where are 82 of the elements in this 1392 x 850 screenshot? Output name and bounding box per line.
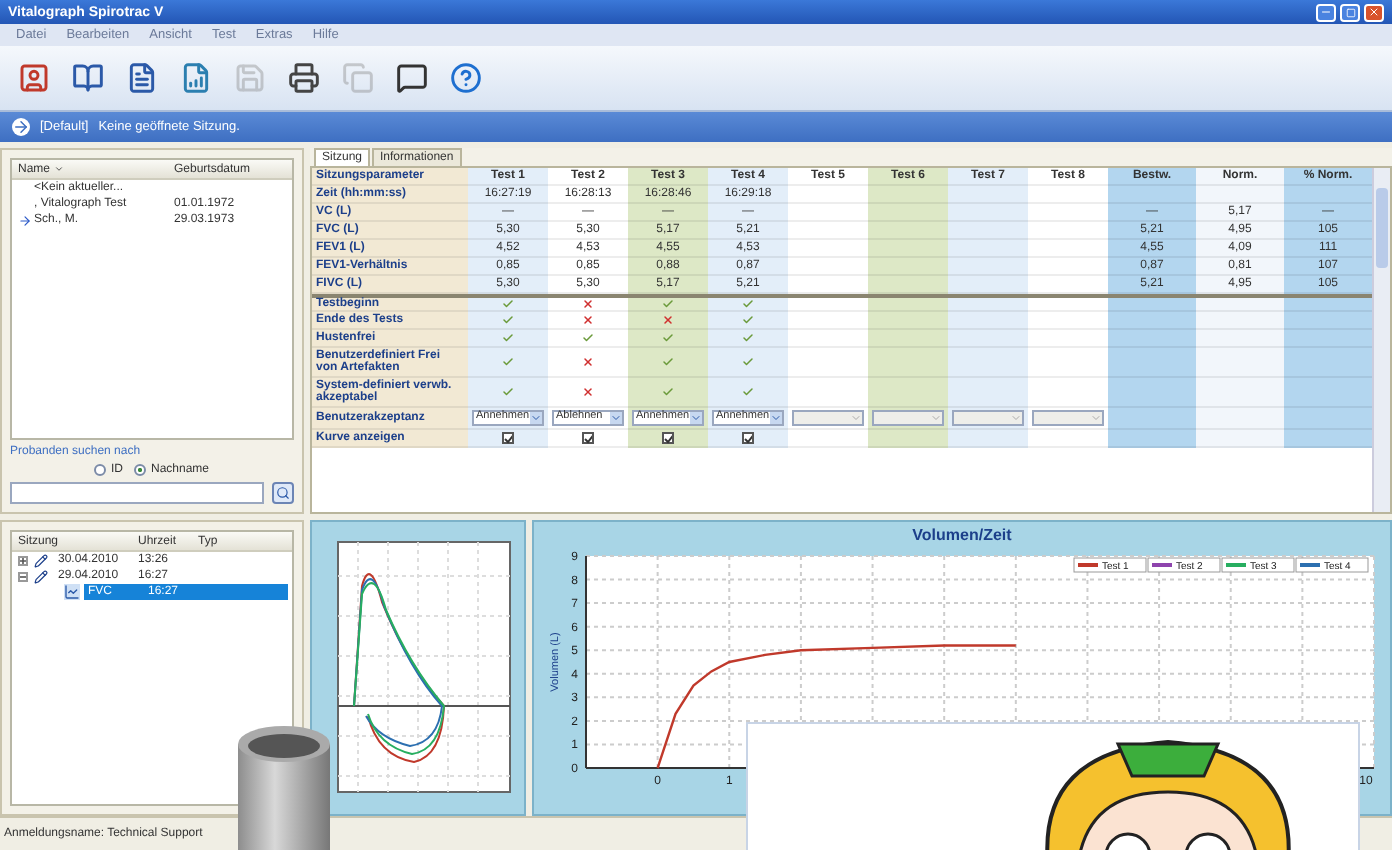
toolbar-button[interactable] [124, 60, 160, 96]
save-icon [234, 62, 266, 94]
table-cell [948, 222, 1028, 240]
sort-caret-icon [54, 164, 65, 174]
table-cell [948, 276, 1028, 294]
table-cell [1028, 294, 1108, 312]
copy-icon [342, 62, 374, 94]
dropdown-arrow-icon [610, 412, 622, 424]
table-cell [948, 258, 1028, 276]
show-curve-checkbox[interactable] [742, 432, 754, 444]
maximize-button[interactable] [1340, 3, 1360, 21]
minimize-icon [1320, 6, 1332, 18]
table-cell [1108, 312, 1196, 330]
table-cell [1196, 408, 1284, 430]
search-field[interactable] [10, 482, 264, 504]
close-icon [1368, 6, 1380, 18]
table-cell [868, 204, 948, 222]
table-cell [1196, 430, 1284, 448]
table-cell [948, 330, 1028, 348]
dropdown-arrow-icon [690, 412, 702, 424]
chart-document-icon [180, 62, 212, 94]
chart-title: Volumen/Zeit [912, 526, 1012, 544]
table-cell [1284, 294, 1372, 312]
toolbar-button[interactable] [286, 60, 322, 96]
document-icon [126, 62, 158, 94]
table-cell [948, 204, 1028, 222]
table-cell [868, 240, 948, 258]
table-cell [1196, 348, 1284, 378]
book-icon [72, 62, 104, 94]
table-cell [1196, 294, 1284, 312]
table-cell [1284, 378, 1372, 408]
table-cell [868, 222, 948, 240]
table-cell [1284, 430, 1372, 448]
help-icon [450, 62, 482, 94]
table-cell [1108, 348, 1196, 378]
table-cell [868, 348, 948, 378]
collapse-icon[interactable] [18, 571, 28, 581]
close-button[interactable] [1364, 3, 1384, 21]
patient-icon [18, 62, 50, 94]
table-cell [1108, 294, 1196, 312]
table-cell [948, 294, 1028, 312]
table-cell [1284, 186, 1372, 204]
toolbar-button[interactable] [16, 60, 52, 96]
toolbar-button[interactable] [394, 60, 430, 96]
table-cell [948, 312, 1028, 330]
table-cell [1284, 348, 1372, 378]
table-cell [868, 330, 948, 348]
table-cell [868, 186, 948, 204]
show-curve-checkbox[interactable] [502, 432, 514, 444]
table-cell [1108, 430, 1196, 448]
minimize-button[interactable] [1316, 3, 1336, 21]
current-arrow-icon [18, 213, 32, 227]
expand-icon[interactable] [18, 555, 28, 565]
table-cell [1284, 312, 1372, 330]
maximize-icon [1345, 7, 1355, 17]
speech-bubble-icon [396, 62, 428, 94]
show-curve-checkbox[interactable] [662, 432, 674, 444]
table-cell [1284, 330, 1372, 348]
dropdown-arrow-icon [530, 412, 542, 424]
dropdown-arrow-icon [770, 412, 782, 424]
print-icon [288, 62, 320, 94]
table-cell [1196, 378, 1284, 408]
table-cell [1108, 378, 1196, 408]
table-cell [868, 294, 948, 312]
cylinder-drawing [236, 724, 332, 850]
table-cell [868, 312, 948, 330]
table-cell [1108, 186, 1196, 204]
table-cell [1196, 330, 1284, 348]
table-cell [1196, 312, 1284, 330]
table-cell [1196, 186, 1284, 204]
table-cell [948, 186, 1028, 204]
table-cell [948, 348, 1028, 378]
table-cell [1108, 330, 1196, 348]
table-cell [948, 240, 1028, 258]
show-curve-checkbox[interactable] [582, 432, 594, 444]
table-cell [1284, 408, 1372, 430]
search-button[interactable] [272, 482, 294, 504]
table-cell [868, 276, 948, 294]
table-cell [868, 258, 948, 276]
toolbar-button[interactable] [70, 60, 106, 96]
chart-icon [64, 584, 80, 600]
scrollbar[interactable] [1372, 168, 1390, 512]
